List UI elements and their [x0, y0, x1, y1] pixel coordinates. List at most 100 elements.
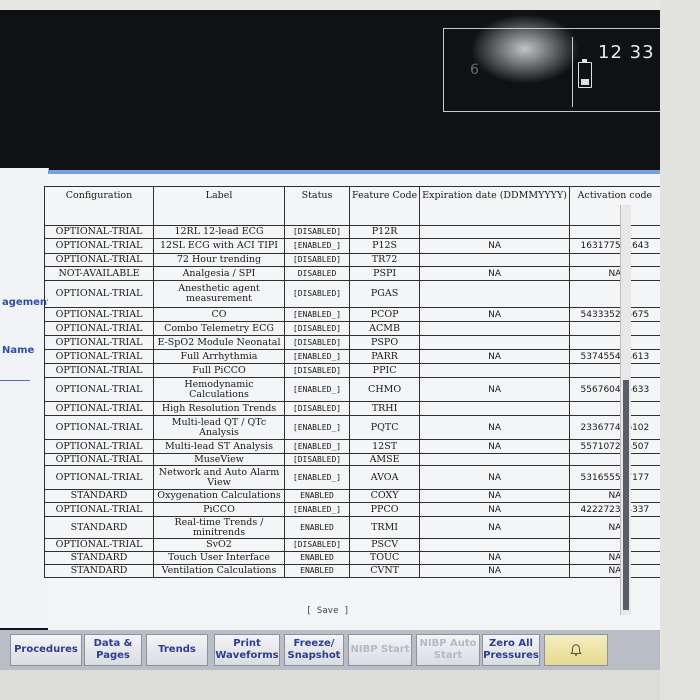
cell-expiration-date	[419, 401, 570, 416]
cell-activation-code	[568, 363, 661, 378]
cell-activation-code: 557107235507	[568, 439, 661, 454]
table-row[interactable]: OPTIONAL-TRIAL Full Arrhythmia [ENABLED_] P…	[44, 349, 661, 364]
cell-label: High Resolution Trends	[153, 401, 285, 416]
cell-feature-code: P12S	[348, 238, 421, 254]
bottom-button-freeze-snapshot[interactable]: Freeze/ Snapshot	[284, 634, 344, 666]
cell-feature-code: TRMI	[348, 516, 421, 539]
cell-label: Combo Telemetry ECG	[153, 321, 285, 336]
table-row[interactable]: OPTIONAL-TRIAL SvO2 [DISABLED] PSCV	[44, 538, 661, 552]
alarm-silence-button[interactable]	[544, 634, 608, 666]
table-row[interactable]: OPTIONAL-TRIAL 12RL 12-lead ECG [DISABLED]…	[44, 225, 661, 239]
cell-expiration-date	[419, 453, 570, 466]
cell-feature-code: CHMO	[348, 377, 421, 402]
cell-configuration: STANDARD	[44, 489, 154, 503]
cell-expiration-date	[419, 363, 570, 378]
cell-status: [ENABLED_]	[284, 415, 350, 440]
table-row[interactable]: OPTIONAL-TRIAL 72 Hour trending [DISABLED]…	[44, 253, 661, 267]
bottom-button-data-pages[interactable]: Data & Pages	[84, 634, 142, 666]
cell-feature-code: PSPO	[348, 335, 421, 350]
cell-activation-code: NA	[568, 551, 661, 565]
table-row[interactable]: STANDARD Real-time Trends / minitrends ENA…	[44, 516, 661, 539]
cell-status: [DISABLED]	[284, 401, 350, 416]
cell-configuration: OPTIONAL-TRIAL	[44, 238, 154, 254]
software-options-table: Configuration Label Status Feature Code …	[44, 186, 661, 578]
table-row[interactable]: OPTIONAL-TRIAL High Resolution Trends [DIS…	[44, 401, 661, 416]
cell-feature-code: AMSE	[348, 453, 421, 466]
bottom-button-zero-all-pressures[interactable]: Zero All Pressures	[482, 634, 540, 666]
cell-expiration-date: NA	[419, 516, 570, 539]
cell-status: [ENABLED_]	[284, 349, 350, 364]
cell-label: Multi-lead ST Analysis	[153, 439, 285, 454]
table-row[interactable]: STANDARD Oxygenation Calculations ENABLED C…	[44, 489, 661, 503]
cell-feature-code: COXY	[348, 489, 421, 503]
cell-configuration: STANDARD	[44, 516, 154, 539]
header-status: Status	[284, 186, 350, 226]
cell-expiration-date	[419, 335, 570, 350]
bottom-button-trends[interactable]: Trends	[146, 634, 208, 666]
cell-feature-code: PSPI	[348, 266, 421, 281]
cell-status: [ENABLED_]	[284, 238, 350, 254]
table-row[interactable]: OPTIONAL-TRIAL Full PiCCO [DISABLED] PPIC	[44, 363, 661, 378]
cell-feature-code: CVNT	[348, 564, 421, 578]
cell-expiration-date	[419, 321, 570, 336]
left-menu-panel: agement Name	[0, 168, 52, 628]
table-row[interactable]: OPTIONAL-TRIAL PiCCO [ENABLED_] PPCO NA 42227…	[44, 502, 661, 517]
table-row[interactable]: OPTIONAL-TRIAL Multi-lead QT / QTc Analys…	[44, 415, 661, 440]
cell-activation-code: 556760475633	[568, 377, 661, 402]
cell-label: Network and Auto Alarm View	[153, 465, 285, 490]
left-menu-item-name[interactable]: Name	[2, 345, 34, 356]
table-header-row: Configuration Label Status Feature Code …	[44, 186, 661, 226]
table-row[interactable]: OPTIONAL-TRIAL Anesthetic agent measureme…	[44, 280, 661, 308]
cell-status: ENABLED	[284, 516, 350, 539]
bottom-button-procedures[interactable]: Procedures	[10, 634, 82, 666]
table-scrollbar[interactable]	[620, 205, 631, 615]
cell-feature-code: PPIC	[348, 363, 421, 378]
cell-configuration: NOT-AVAILABLE	[44, 266, 154, 281]
cell-activation-code	[568, 538, 661, 552]
table-row[interactable]: OPTIONAL-TRIAL Network and Auto Alarm Vie…	[44, 465, 661, 490]
cell-activation-code	[568, 225, 661, 239]
cell-expiration-date	[419, 225, 570, 239]
battery-icon	[578, 59, 592, 88]
table-row[interactable]: OPTIONAL-TRIAL E-SpO2 Module Neonatal [DIS…	[44, 335, 661, 350]
monitor-bezel-bottom	[0, 670, 700, 700]
table-row[interactable]: STANDARD Ventilation Calculations ENABLED C…	[44, 564, 661, 578]
cell-status: ENABLED	[284, 489, 350, 503]
cell-feature-code: TRHI	[348, 401, 421, 416]
bottom-button-nibp-start[interactable]: NIBP Start	[348, 634, 412, 666]
cell-feature-code: PCOP	[348, 307, 421, 322]
bell-icon	[570, 644, 582, 656]
cell-label: 12RL 12-lead ECG	[153, 225, 285, 239]
table-row[interactable]: OPTIONAL-TRIAL Hemodynamic Calculations [E…	[44, 377, 661, 402]
save-button[interactable]: [ Save ]	[306, 606, 349, 616]
cell-configuration: OPTIONAL-TRIAL	[44, 453, 154, 466]
cell-feature-code: AVOA	[348, 465, 421, 490]
cell-label: Hemodynamic Calculations	[153, 377, 285, 402]
cell-expiration-date: NA	[419, 465, 570, 490]
cell-configuration: OPTIONAL-TRIAL	[44, 363, 154, 378]
cell-label: 12SL ECG with ACI TIPI	[153, 238, 285, 254]
table-row[interactable]: OPTIONAL-TRIAL MuseView [DISABLED] AMSE	[44, 453, 661, 466]
cell-label: CO	[153, 307, 285, 322]
status-faint-value: 6	[470, 62, 479, 78]
table-row[interactable]: OPTIONAL-TRIAL Combo Telemetry ECG [DISABL…	[44, 321, 661, 336]
cell-label: Touch User Interface	[153, 551, 285, 565]
cell-status: [ENABLED_]	[284, 307, 350, 322]
cell-feature-code: PARR	[348, 349, 421, 364]
bottom-button-nibp-auto-start[interactable]: NIBP Auto Start	[416, 634, 480, 666]
table-row[interactable]: OPTIONAL-TRIAL Multi-lead ST Analysis [ENA…	[44, 439, 661, 454]
table-row[interactable]: OPTIONAL-TRIAL CO [ENABLED_] PCOP NA 54333525…	[44, 307, 661, 322]
cell-status: ENABLED	[284, 551, 350, 565]
cell-feature-code: P12R	[348, 225, 421, 239]
cell-label: E-SpO2 Module Neonatal	[153, 335, 285, 350]
table-row[interactable]: STANDARD Touch User Interface ENABLED TOUC N…	[44, 551, 661, 565]
cell-feature-code: 12ST	[348, 439, 421, 454]
bottom-button-print-waveforms[interactable]: Print Waveforms	[214, 634, 280, 666]
cell-label: PiCCO	[153, 502, 285, 517]
scrollbar-thumb[interactable]	[623, 380, 629, 610]
cell-configuration: OPTIONAL-TRIAL	[44, 377, 154, 402]
table-row[interactable]: OPTIONAL-TRIAL 12SL ECG with ACI TIPI [ENA…	[44, 238, 661, 254]
table-row[interactable]: NOT-AVAILABLE Analgesia / SPI DISABLED PSPI…	[44, 266, 661, 281]
cell-feature-code: PQTC	[348, 415, 421, 440]
cell-expiration-date	[419, 280, 570, 308]
